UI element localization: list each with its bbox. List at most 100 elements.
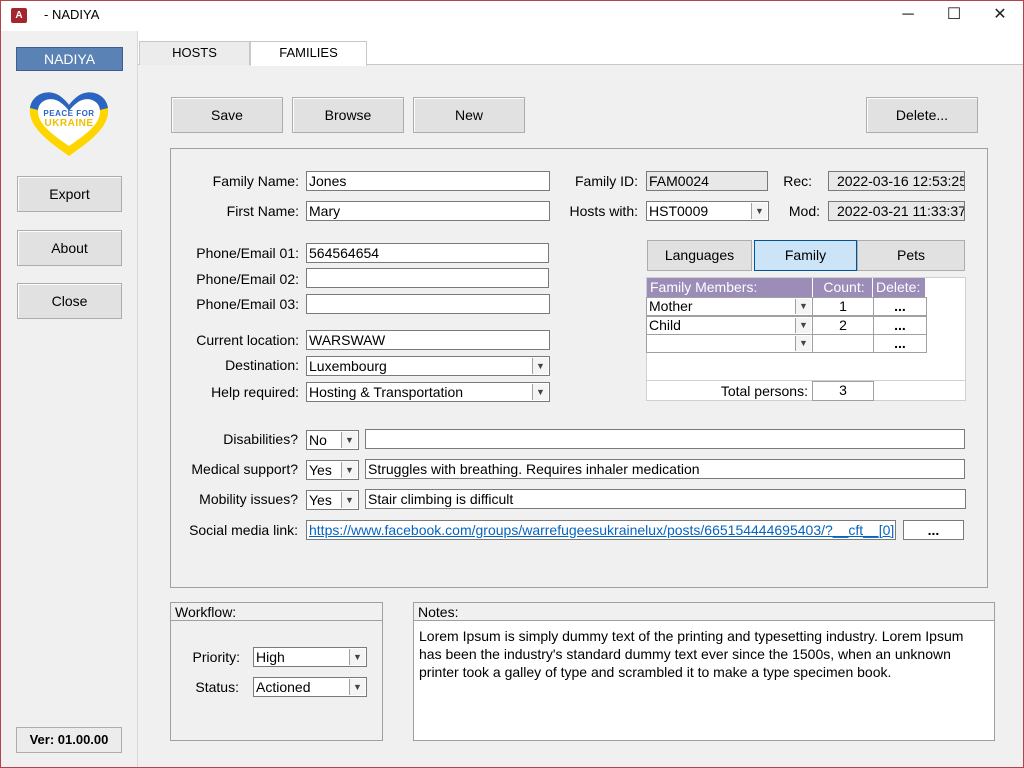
priority-label: Priority: bbox=[192, 649, 240, 665]
delete-row-button[interactable]: ... bbox=[873, 334, 927, 353]
family-member-value: Child bbox=[649, 317, 681, 333]
phone2-label: Phone/Email 02: bbox=[196, 271, 299, 287]
first-name-label: First Name: bbox=[226, 203, 299, 219]
help-required-value: Hosting & Transportation bbox=[309, 384, 464, 400]
total-persons-label: Total persons: bbox=[720, 383, 808, 399]
family-member-dropdown[interactable]: Mother ▼ bbox=[646, 297, 813, 316]
save-button[interactable]: Save bbox=[171, 97, 283, 133]
chevron-down-icon[interactable]: ▼ bbox=[795, 299, 811, 314]
browse-button[interactable]: Browse bbox=[292, 97, 404, 133]
social-media-label: Social media link: bbox=[189, 522, 298, 538]
count-cell[interactable] bbox=[812, 334, 874, 353]
chevron-down-icon[interactable]: ▼ bbox=[751, 203, 767, 219]
current-location-label: Current location: bbox=[196, 332, 299, 348]
workflow-panel bbox=[170, 602, 383, 741]
total-persons-field: 3 bbox=[812, 381, 874, 401]
phone1-field[interactable]: 564564654 bbox=[306, 243, 549, 263]
family-member-value: Mother bbox=[649, 298, 693, 314]
chevron-down-icon[interactable]: ▼ bbox=[349, 649, 365, 665]
first-name-field[interactable]: Mary bbox=[306, 201, 550, 221]
rec-label: Rec: bbox=[783, 173, 812, 189]
mod-field: 2022-03-21 11:33:37 bbox=[828, 201, 965, 221]
title-bar bbox=[1, 1, 1023, 31]
family-id-field: FAM0024 bbox=[646, 171, 768, 191]
hosts-with-value: HST0009 bbox=[649, 203, 709, 219]
phone1-label: Phone/Email 01: bbox=[196, 245, 299, 261]
status-label: Status: bbox=[195, 679, 239, 695]
mobility-note-field[interactable]: Stair climbing is difficult bbox=[365, 489, 966, 509]
rec-field: 2022-03-16 12:53:25 bbox=[828, 171, 965, 191]
maximize-icon[interactable]: ☐ bbox=[931, 0, 977, 30]
about-button[interactable]: About bbox=[17, 230, 122, 266]
current-location-field[interactable]: WARSWAW bbox=[306, 330, 550, 350]
chevron-down-icon[interactable]: ▼ bbox=[341, 462, 357, 478]
close-button[interactable]: Close bbox=[17, 283, 122, 319]
close-window-icon[interactable]: ✕ bbox=[977, 0, 1023, 30]
minimize-icon[interactable]: ─ bbox=[885, 0, 931, 30]
phone3-field[interactable] bbox=[306, 294, 550, 314]
grid-footer-divider bbox=[646, 380, 966, 381]
delete-header: Delete: bbox=[873, 278, 926, 298]
new-button[interactable]: New bbox=[413, 97, 525, 133]
destination-label: Destination: bbox=[225, 357, 299, 373]
window-title: - NADIYA bbox=[44, 7, 100, 22]
subtab-languages[interactable]: Languages bbox=[647, 240, 752, 271]
chevron-down-icon[interactable]: ▼ bbox=[341, 432, 357, 448]
family-member-dropdown[interactable]: ▼ bbox=[646, 334, 813, 353]
destination-value: Luxembourg bbox=[309, 358, 387, 374]
delete-row-button[interactable]: ... bbox=[873, 297, 927, 316]
chevron-down-icon[interactable]: ▼ bbox=[341, 492, 357, 508]
count-cell[interactable]: 1 bbox=[812, 297, 874, 316]
disabilities-label: Disabilities? bbox=[223, 431, 298, 447]
notes-textarea[interactable]: Lorem Ipsum is simply dummy text of the … bbox=[419, 627, 989, 681]
peace-for-ukraine-logo: PEACE FOR UKRAINE bbox=[26, 88, 112, 160]
delete-button[interactable]: Delete... bbox=[866, 97, 978, 133]
disabilities-dropdown[interactable]: No ▼ bbox=[306, 430, 359, 450]
chevron-down-icon[interactable]: ▼ bbox=[349, 679, 365, 695]
count-header: Count: bbox=[813, 278, 873, 298]
status-dropdown[interactable]: Actioned ▼ bbox=[253, 677, 367, 697]
chevron-down-icon[interactable]: ▼ bbox=[795, 318, 811, 333]
subtab-family[interactable]: Family bbox=[754, 240, 857, 271]
logo-text-line1: PEACE FOR bbox=[43, 109, 95, 118]
mod-label: Mod: bbox=[788, 203, 820, 219]
workflow-header: Workflow: bbox=[171, 603, 382, 621]
disabilities-value: No bbox=[309, 432, 327, 448]
mobility-issues-value: Yes bbox=[309, 492, 332, 508]
tab-hosts[interactable]: HOSTS bbox=[139, 41, 250, 65]
chevron-down-icon[interactable]: ▼ bbox=[532, 358, 548, 374]
priority-value: High bbox=[256, 649, 285, 665]
family-id-label: Family ID: bbox=[575, 173, 638, 189]
medical-support-value: Yes bbox=[309, 462, 332, 478]
tab-families[interactable]: FAMILIES bbox=[250, 41, 367, 66]
medical-support-label: Medical support? bbox=[191, 461, 298, 477]
version-label: Ver: 01.00.00 bbox=[16, 727, 122, 753]
family-member-dropdown[interactable]: Child ▼ bbox=[646, 316, 813, 335]
family-name-field[interactable]: Jones bbox=[306, 171, 550, 191]
disabilities-note-field[interactable] bbox=[365, 429, 965, 449]
subtab-pets[interactable]: Pets bbox=[857, 240, 965, 271]
help-required-dropdown[interactable]: Hosting & Transportation ▼ bbox=[306, 382, 550, 402]
social-media-link[interactable]: https://www.facebook.com/groups/warrefug… bbox=[306, 520, 896, 540]
logo-text-line2: UKRAINE bbox=[44, 118, 94, 129]
social-media-browse-button[interactable]: ... bbox=[903, 520, 964, 540]
mobility-issues-dropdown[interactable]: Yes ▼ bbox=[306, 490, 359, 510]
mobility-issues-label: Mobility issues? bbox=[199, 491, 298, 507]
help-required-label: Help required: bbox=[211, 384, 299, 400]
status-value: Actioned bbox=[256, 679, 311, 695]
count-cell[interactable]: 2 bbox=[812, 316, 874, 335]
phone2-field[interactable] bbox=[306, 268, 549, 288]
export-button[interactable]: Export bbox=[17, 176, 122, 212]
hosts-with-dropdown[interactable]: HST0009 ▼ bbox=[646, 201, 769, 221]
family-members-header: Family Members: bbox=[647, 278, 813, 298]
priority-dropdown[interactable]: High ▼ bbox=[253, 647, 367, 667]
chevron-down-icon[interactable]: ▼ bbox=[795, 336, 811, 351]
chevron-down-icon[interactable]: ▼ bbox=[532, 384, 548, 400]
hosts-with-label: Hosts with: bbox=[569, 203, 638, 219]
medical-support-dropdown[interactable]: Yes ▼ bbox=[306, 460, 359, 480]
notes-header: Notes: bbox=[414, 603, 994, 621]
delete-row-button[interactable]: ... bbox=[873, 316, 927, 335]
medical-note-field[interactable]: Struggles with breathing. Requires inhal… bbox=[365, 459, 965, 479]
destination-dropdown[interactable]: Luxembourg ▼ bbox=[306, 356, 550, 376]
access-app-icon[interactable]: A bbox=[11, 8, 27, 23]
